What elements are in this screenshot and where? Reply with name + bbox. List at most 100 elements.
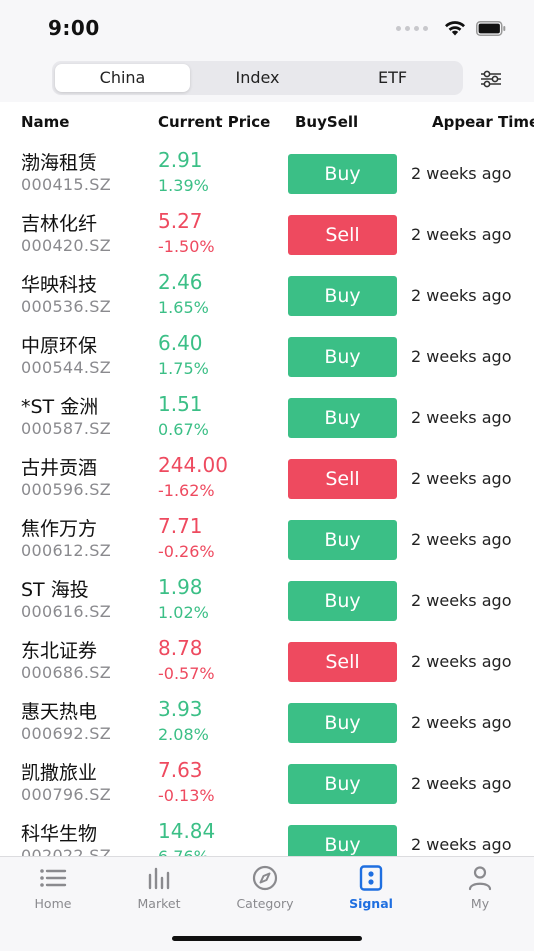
home-indicator (172, 936, 362, 941)
stock-code: 000692.SZ (21, 724, 111, 743)
stock-change: 1.65% (158, 298, 209, 317)
tab-my[interactable]: My (427, 863, 533, 919)
tab-category[interactable]: Category (212, 863, 318, 919)
appear-time: 2 weeks ago (411, 774, 512, 793)
header-current-price: Current Price (158, 113, 271, 131)
appear-time: 2 weeks ago (411, 286, 512, 305)
stock-code: 000544.SZ (21, 358, 111, 377)
stock-price: 3.93 (158, 697, 203, 721)
segment-china[interactable]: China (55, 64, 190, 92)
stock-price: 2.46 (158, 270, 203, 294)
table-row[interactable]: 古井贡酒 000596.SZ 244.00 -1.62% Sell 2 week… (0, 447, 534, 508)
table-row[interactable]: 中原环保 000544.SZ 6.40 1.75% Buy 2 weeks ag… (0, 325, 534, 386)
buy-signal-button[interactable]: Buy (288, 276, 397, 316)
tab-label: Category (236, 896, 294, 911)
signal-icon (359, 865, 383, 891)
buy-signal-button[interactable]: Buy (288, 337, 397, 377)
table-row[interactable]: 科华生物 002022.SZ 14.84 6.76% Buy 2 weeks a… (0, 813, 534, 858)
stock-code: 000616.SZ (21, 602, 111, 621)
status-bar: 9:00 (0, 0, 534, 56)
stock-code: 000612.SZ (21, 541, 111, 560)
table-header: Name Current Price BuySell Appear Time (0, 102, 534, 142)
appear-time: 2 weeks ago (411, 408, 512, 427)
sell-signal-button[interactable]: Sell (288, 215, 397, 255)
signal-list: 渤海租赁 000415.SZ 2.91 1.39% Buy 2 weeks ag… (0, 142, 534, 858)
stock-name: *ST 金洲 (21, 396, 99, 418)
stock-price: 1.98 (158, 575, 203, 599)
battery-icon (476, 20, 506, 36)
stock-price: 8.78 (158, 636, 203, 660)
appear-time: 2 weeks ago (411, 591, 512, 610)
wifi-icon (445, 21, 465, 36)
buy-signal-button[interactable]: Buy (288, 825, 397, 858)
sell-signal-button[interactable]: Sell (288, 642, 397, 682)
stock-price: 14.84 (158, 819, 216, 843)
stock-code: 000536.SZ (21, 297, 111, 316)
sell-signal-button[interactable]: Sell (288, 459, 397, 499)
stock-code: 000596.SZ (21, 480, 111, 499)
appear-time: 2 weeks ago (411, 652, 512, 671)
sliders-icon[interactable] (478, 66, 504, 92)
appear-time: 2 weeks ago (411, 347, 512, 366)
stock-name: 焦作万方 (21, 518, 98, 540)
bar-chart-icon (148, 867, 170, 890)
stock-price: 244.00 (158, 453, 228, 477)
stock-name: 吉林化纤 (21, 213, 98, 235)
stock-code: 000796.SZ (21, 785, 111, 804)
stock-price: 2.91 (158, 148, 203, 172)
stock-code: 000420.SZ (21, 236, 111, 255)
appear-time: 2 weeks ago (411, 164, 512, 183)
stock-change: 1.39% (158, 176, 209, 195)
tab-label: My (470, 896, 490, 911)
stock-name: 科华生物 (21, 823, 98, 845)
segment-etf[interactable]: ETF (325, 64, 460, 92)
tab-label: Home (34, 896, 72, 911)
stock-price: 6.40 (158, 331, 203, 355)
stock-change: -1.62% (158, 481, 215, 500)
status-icons (396, 17, 506, 39)
buy-signal-button[interactable]: Buy (288, 520, 397, 560)
stock-change: -0.57% (158, 664, 215, 683)
status-time: 9:00 (48, 16, 100, 40)
buy-signal-button[interactable]: Buy (288, 398, 397, 438)
stock-change: -0.13% (158, 786, 215, 805)
table-row[interactable]: *ST 金洲 000587.SZ 1.51 0.67% Buy 2 weeks … (0, 386, 534, 447)
appear-time: 2 weeks ago (411, 225, 512, 244)
stock-change: -0.26% (158, 542, 215, 561)
tab-home[interactable]: Home (0, 863, 106, 919)
stock-price: 7.71 (158, 514, 203, 538)
table-row[interactable]: 渤海租赁 000415.SZ 2.91 1.39% Buy 2 weeks ag… (0, 142, 534, 203)
table-row[interactable]: 凯撒旅业 000796.SZ 7.63 -0.13% Buy 2 weeks a… (0, 752, 534, 813)
stock-change: 1.02% (158, 603, 209, 622)
table-row[interactable]: 焦作万方 000612.SZ 7.71 -0.26% Buy 2 weeks a… (0, 508, 534, 569)
list-icon (40, 869, 67, 887)
stock-name: 古井贡酒 (21, 457, 98, 479)
buy-signal-button[interactable]: Buy (288, 764, 397, 804)
stock-name: 中原环保 (21, 335, 98, 357)
stock-name: 渤海租赁 (21, 152, 98, 174)
stock-price: 5.27 (158, 209, 203, 233)
stock-change: 1.75% (158, 359, 209, 378)
stock-change: 2.08% (158, 725, 209, 744)
stock-name: 华映科技 (21, 274, 98, 296)
tab-signal[interactable]: Signal (318, 863, 424, 919)
header-name: Name (21, 113, 70, 131)
buy-signal-button[interactable]: Buy (288, 154, 397, 194)
appear-time: 2 weeks ago (411, 469, 512, 488)
segment-bar: China Index ETF (0, 56, 534, 102)
table-row[interactable]: 吉林化纤 000420.SZ 5.27 -1.50% Sell 2 weeks … (0, 203, 534, 264)
buy-signal-button[interactable]: Buy (288, 703, 397, 743)
stock-price: 1.51 (158, 392, 203, 416)
segment-index[interactable]: Index (190, 64, 325, 92)
table-row[interactable]: 东北证券 000686.SZ 8.78 -0.57% Sell 2 weeks … (0, 630, 534, 691)
table-row[interactable]: 惠天热电 000692.SZ 3.93 2.08% Buy 2 weeks ag… (0, 691, 534, 752)
table-row[interactable]: ST 海投 000616.SZ 1.98 1.02% Buy 2 weeks a… (0, 569, 534, 630)
table-row[interactable]: 华映科技 000536.SZ 2.46 1.65% Buy 2 weeks ag… (0, 264, 534, 325)
stock-code: 000686.SZ (21, 663, 111, 682)
buy-signal-button[interactable]: Buy (288, 581, 397, 621)
header-buysell: BuySell (295, 113, 359, 131)
stock-code: 000587.SZ (21, 419, 111, 438)
market-segmented-control: China Index ETF (52, 61, 463, 95)
tab-market[interactable]: Market (106, 863, 212, 919)
appear-time: 2 weeks ago (411, 713, 512, 732)
